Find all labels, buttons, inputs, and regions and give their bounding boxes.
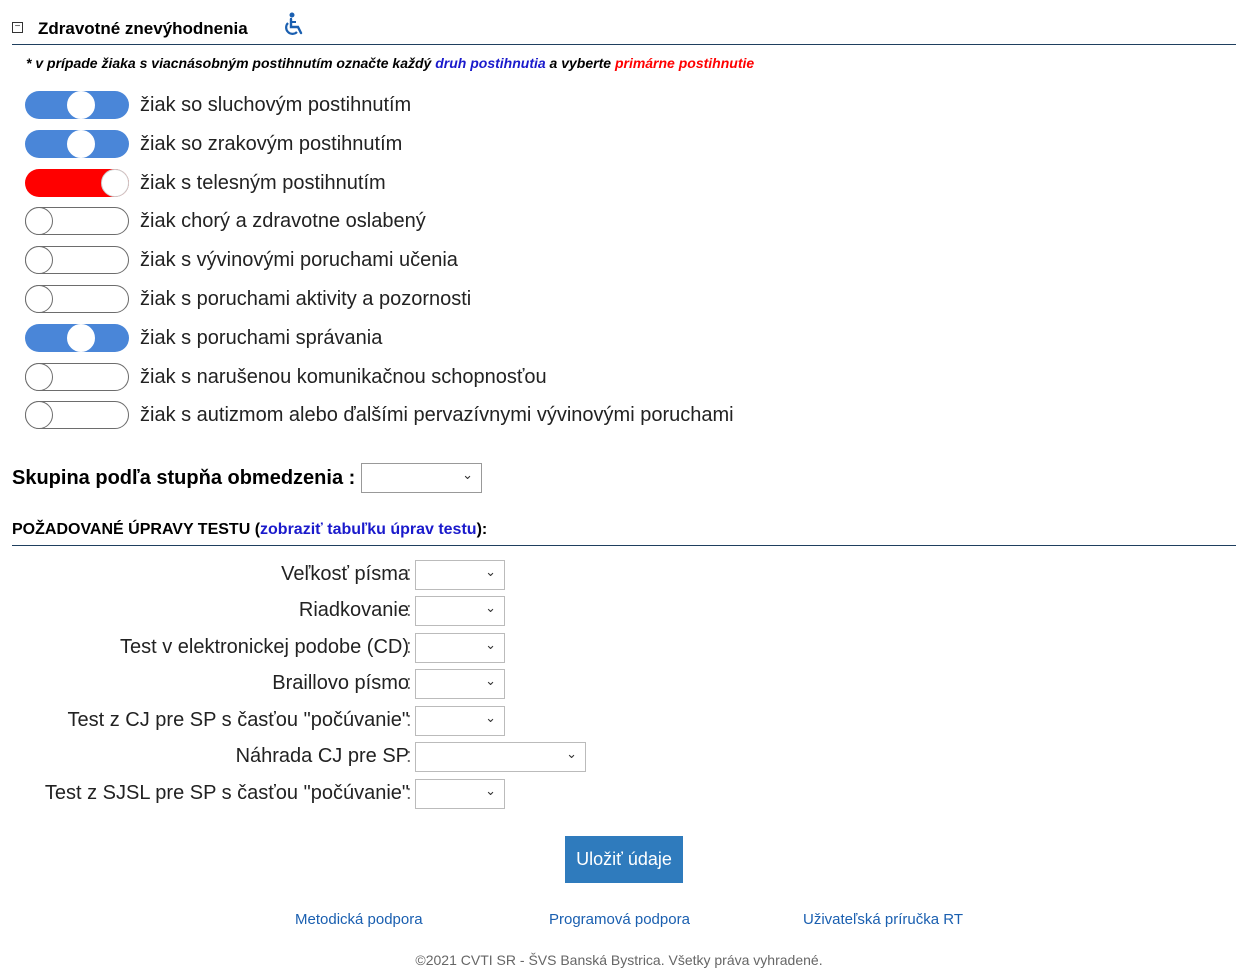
note-highlight-red: primárne postihnutie — [614, 55, 755, 71]
toggle-knob — [25, 401, 53, 430]
adjustment-colon: : — [406, 709, 412, 731]
instruction-note: * v prípade žiaka s viacnásobným postihn… — [26, 55, 754, 71]
adjustment-row: Braillovo písmo: ⌄ — [0, 669, 1238, 699]
disability-label: žiak so sluchovým postihnutím — [140, 94, 412, 116]
adjustment-label: Veľkosť písma — [281, 563, 409, 585]
section-header: − Zdravotné znevýhodnenia — [12, 12, 1236, 45]
adjustment-row: Riadkovanie: ⌄ — [0, 596, 1238, 626]
adjustment-colon: : — [406, 636, 412, 658]
section-title: Zdravotné znevýhodnenia — [38, 19, 248, 38]
copyright: ©2021 CVTI SR - ŠVS Banská Bystrica. Vše… — [415, 952, 823, 968]
adjustment-select[interactable]: ⌄ — [415, 706, 505, 736]
footer-link-methodical-support[interactable]: Metodická podpora — [295, 911, 423, 928]
disability-toggle[interactable] — [25, 246, 129, 275]
toggle-knob — [67, 91, 95, 119]
adjustment-select[interactable]: ⌄ — [415, 633, 505, 663]
disability-toggle[interactable] — [25, 91, 129, 119]
note-text: * v prípade žiaka s viacnásobným postihn… — [26, 55, 436, 71]
chevron-down-icon: ⌄ — [485, 673, 496, 688]
adjustment-row: Test z CJ pre SP s časťou "počúvanie": ⌄ — [0, 706, 1238, 736]
adjustment-label: Riadkovanie — [298, 599, 409, 621]
toggle-knob — [67, 129, 95, 158]
show-adjustments-table-link[interactable]: zobraziť tabuľku úprav testu — [260, 521, 477, 538]
toggle-knob — [67, 323, 95, 352]
chevron-down-icon: ⌄ — [566, 746, 577, 761]
disability-toggle[interactable] — [25, 401, 129, 430]
toggle-knob — [25, 207, 53, 236]
disability-label: žiak s autizmom alebo ďalšími pervazívny… — [140, 404, 734, 427]
toggle-knob — [25, 285, 53, 313]
disability-label: žiak s narušenou komunikačnou schopnosťo… — [140, 365, 547, 388]
toggle-knob — [25, 246, 53, 275]
wheelchair-icon — [283, 12, 305, 43]
collapse-toggle-button[interactable]: − — [12, 22, 23, 33]
chevron-down-icon: ⌄ — [485, 783, 496, 798]
adjustment-select[interactable]: ⌄ — [415, 742, 586, 772]
disability-label: žiak so zrakovým postihnutím — [140, 132, 403, 155]
group-label: Skupina podľa stupňa obmedzenia : — [12, 467, 356, 489]
adjustment-label: Braillovo písmo — [272, 672, 409, 694]
footer-link-user-guide[interactable]: Uživateľská príručka RT — [803, 911, 963, 928]
adjustment-row: Náhrada CJ pre SP: ⌄ — [0, 742, 1238, 772]
adjustments-title-suffix: ): — [476, 521, 488, 538]
disability-toggle[interactable] — [25, 207, 129, 236]
group-select[interactable]: ⌄ — [361, 463, 482, 493]
disability-toggle[interactable] — [25, 168, 129, 197]
disability-toggle[interactable] — [25, 129, 129, 158]
adjustments-header: POŽADOVANÉ ÚPRAVY TESTU (zobraziť tabuľk… — [12, 521, 1236, 546]
chevron-down-icon: ⌄ — [462, 467, 473, 482]
adjustment-row: Veľkosť písma: ⌄ — [0, 560, 1238, 590]
disability-label: žiak s poruchami aktivity a pozornosti — [140, 288, 472, 310]
adjustment-colon: : — [406, 782, 412, 804]
disability-label: žiak s telesným postihnutím — [140, 171, 386, 194]
adjustment-colon: : — [406, 672, 412, 694]
adjustment-label: Test z CJ pre SP s časťou "počúvanie" — [67, 709, 410, 731]
adjustment-colon: : — [406, 745, 412, 767]
adjustment-select[interactable]: ⌄ — [415, 669, 505, 699]
toggle-knob — [25, 362, 53, 391]
footer-link-program-support[interactable]: Programová podpora — [549, 911, 690, 928]
adjustment-label: Náhrada CJ pre SP — [235, 745, 409, 767]
chevron-down-icon: ⌄ — [485, 710, 496, 725]
adjustment-colon: : — [406, 563, 412, 585]
adjustment-label: Test v elektronickej podobe (CD) — [119, 636, 409, 658]
disability-label: žiak s poruchami správania — [140, 326, 383, 349]
adjustment-select[interactable]: ⌄ — [415, 560, 505, 590]
chevron-down-icon: ⌄ — [485, 564, 496, 579]
adjustment-select[interactable]: ⌄ — [415, 596, 505, 626]
adjustment-row: Test v elektronickej podobe (CD): ⌄ — [0, 633, 1238, 663]
note-highlight-blue: druh postihnutia — [435, 55, 546, 71]
adjustment-select[interactable]: ⌄ — [415, 779, 505, 809]
disability-toggle[interactable] — [25, 323, 129, 352]
chevron-down-icon: ⌄ — [485, 600, 496, 615]
note-text-middle: a vyberte — [545, 55, 615, 71]
disability-label: žiak s vývinovými poruchami učenia — [140, 249, 458, 272]
adjustment-colon: : — [406, 599, 412, 621]
disability-toggle[interactable] — [25, 362, 129, 391]
save-button[interactable]: Uložiť údaje — [565, 836, 683, 883]
adjustments-title-text: POŽADOVANÉ ÚPRAVY TESTU ( — [12, 521, 261, 538]
disability-toggle[interactable] — [25, 285, 129, 313]
adjustment-row: Test z SJSL pre SP s časťou "počúvanie":… — [0, 779, 1238, 809]
adjustment-label: Test z SJSL pre SP s časťou "počúvanie" — [44, 782, 409, 804]
adjustments-title: POŽADOVANÉ ÚPRAVY TESTU (zobraziť tabuľk… — [12, 521, 1236, 539]
toggle-knob — [101, 168, 129, 197]
chevron-down-icon: ⌄ — [485, 637, 496, 652]
disability-label: žiak chorý a zdravotne oslabený — [140, 210, 426, 233]
